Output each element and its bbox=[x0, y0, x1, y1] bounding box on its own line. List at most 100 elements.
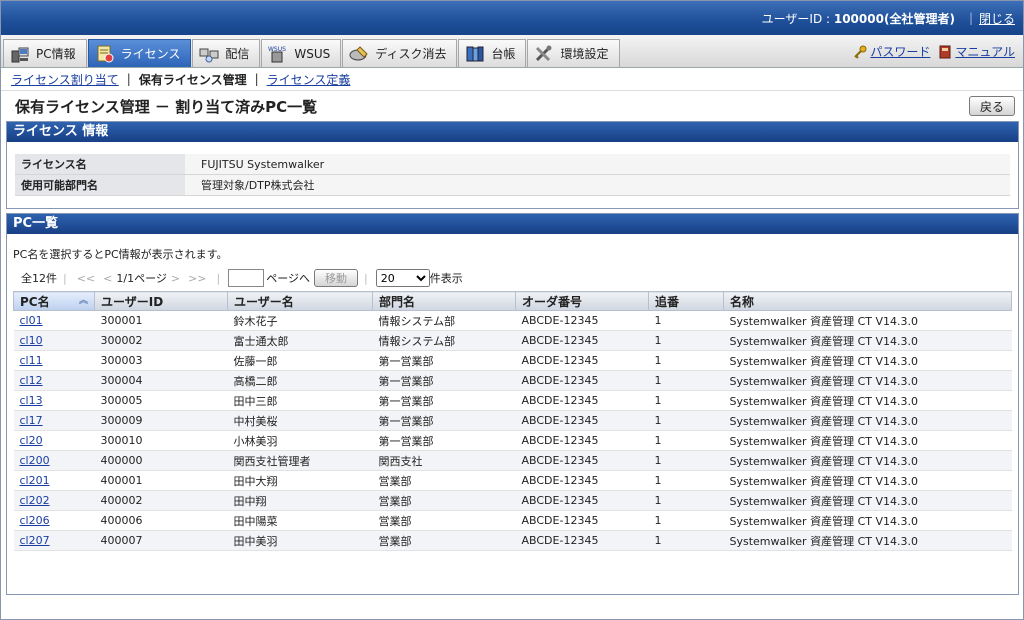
first-page-button[interactable]: << bbox=[77, 272, 95, 285]
tab-label: PC情報 bbox=[36, 47, 76, 61]
cell-product-name: Systemwalker 資産管理 CT V14.3.0 bbox=[723, 470, 1012, 491]
cell-product-name: Systemwalker 資産管理 CT V14.3.0 bbox=[723, 450, 1012, 471]
cell-pc-name: cl13 bbox=[13, 390, 95, 411]
page-header: 保有ライセンス管理 － 割り当て済みPC一覧 戻る bbox=[1, 91, 1023, 121]
table-row: cl12 300004 高橋二郎 第一営業部 ABCDE-12345 1 Systemwal… bbox=[13, 370, 1012, 391]
pc-name-link[interactable]: cl13 bbox=[20, 394, 43, 407]
pc-name-link[interactable]: cl11 bbox=[20, 354, 43, 367]
pc-name-link[interactable]: cl202 bbox=[20, 494, 50, 507]
info-value: 管理対象/DTP株式会社 bbox=[185, 174, 1010, 196]
col-order-no[interactable]: オーダ番号 bbox=[515, 291, 649, 311]
cell-user-name: 鈴木花子 bbox=[227, 310, 373, 331]
pc-name-link[interactable]: cl200 bbox=[20, 454, 50, 467]
tab-distribution[interactable]: 配信 bbox=[192, 39, 261, 67]
section-heading: PC一覧 bbox=[7, 214, 1018, 234]
move-button[interactable]: 移動 bbox=[314, 269, 359, 287]
separator: | bbox=[216, 271, 221, 285]
cell-user-id: 300001 bbox=[94, 310, 228, 331]
cell-pc-name: cl10 bbox=[13, 330, 95, 351]
last-page-button[interactable]: >> bbox=[188, 272, 206, 285]
cell-order-no: ABCDE-12345 bbox=[515, 350, 649, 371]
password-link[interactable]: パスワード bbox=[870, 43, 930, 60]
cell-pc-name: cl207 bbox=[13, 530, 95, 551]
cell-serial: 1 bbox=[648, 390, 724, 411]
cell-dept: 第一営業部 bbox=[372, 410, 516, 431]
cell-product-name: Systemwalker 資産管理 CT V14.3.0 bbox=[723, 310, 1012, 331]
table-row: cl206 400006 田中陽菜 営業部 ABCDE-12345 1 Systemwalk… bbox=[13, 510, 1012, 531]
tab-label: ライセンス bbox=[120, 47, 181, 61]
col-label: PC名 bbox=[20, 294, 50, 309]
total-count: 全12件 bbox=[21, 272, 57, 285]
tab-label: ディスク消去 bbox=[375, 47, 447, 61]
col-user-id[interactable]: ユーザーID bbox=[94, 291, 228, 311]
pc-name-link[interactable]: cl12 bbox=[20, 374, 43, 387]
cell-pc-name: cl201 bbox=[13, 470, 95, 491]
page-number-input[interactable] bbox=[228, 269, 265, 287]
cell-user-name: 田中翔 bbox=[227, 490, 373, 511]
back-button[interactable]: 戻る bbox=[968, 96, 1015, 116]
cell-product-name: Systemwalker 資産管理 CT V14.3.0 bbox=[723, 510, 1012, 531]
cell-order-no: ABCDE-12345 bbox=[515, 530, 649, 551]
cell-pc-name: cl200 bbox=[13, 450, 95, 471]
cell-user-name: 関西支社管理者 bbox=[227, 450, 373, 471]
license-icon bbox=[95, 45, 115, 63]
cell-dept: 営業部 bbox=[372, 470, 516, 491]
page-info: 1/1ページ bbox=[116, 272, 167, 285]
tab-ledger[interactable]: 台帳 bbox=[458, 39, 527, 67]
table-row: cl201 400001 田中大翔 営業部 ABCDE-12345 1 Systemwalk… bbox=[13, 470, 1012, 491]
cell-user-id: 300004 bbox=[94, 370, 228, 391]
main-tabs: PC情報 ライセンス 配信 WSUS WSUS ディスク消去 台帳 環境設定 パ… bbox=[1, 35, 1023, 68]
pc-name-link[interactable]: cl207 bbox=[20, 534, 50, 547]
cell-user-name: 小林美羽 bbox=[227, 430, 373, 451]
tab-pc-info[interactable]: PC情報 bbox=[3, 39, 87, 67]
pc-name-link[interactable]: cl01 bbox=[20, 314, 43, 327]
cell-order-no: ABCDE-12345 bbox=[515, 370, 649, 391]
info-value: FUJITSU Systemwalker bbox=[185, 154, 1010, 175]
table-header-row: PC名 ︽ ユーザーID ユーザー名 部門名 オーダ番号 追番 名称 bbox=[13, 291, 1012, 311]
cell-user-id: 300003 bbox=[94, 350, 228, 371]
pc-table: PC名 ︽ ユーザーID ユーザー名 部門名 オーダ番号 追番 名称 cl01 30… bbox=[13, 291, 1012, 551]
tab-wsus[interactable]: WSUS WSUS bbox=[261, 39, 342, 67]
cell-user-name: 中村美桜 bbox=[227, 410, 373, 431]
cell-dept: 営業部 bbox=[372, 490, 516, 511]
pc-name-link[interactable]: cl17 bbox=[20, 414, 43, 427]
pc-name-link[interactable]: cl201 bbox=[20, 474, 50, 487]
manual-link[interactable]: マニュアル bbox=[955, 43, 1015, 60]
key-icon bbox=[853, 45, 867, 59]
per-page-select[interactable]: 20 bbox=[375, 269, 430, 287]
close-link[interactable]: 閉じる bbox=[979, 10, 1015, 27]
col-user-name[interactable]: ユーザー名 bbox=[227, 291, 373, 311]
tab-label: 環境設定 bbox=[560, 47, 609, 61]
breadcrumb: ライセンス割り当て | 保有ライセンス管理 | ライセンス定義 bbox=[1, 68, 1023, 91]
separator: | bbox=[254, 72, 259, 86]
tab-license[interactable]: ライセンス bbox=[87, 39, 192, 67]
prev-page-button[interactable]: < bbox=[103, 272, 112, 285]
settings-icon bbox=[534, 45, 554, 63]
pc-name-link[interactable]: cl20 bbox=[20, 434, 43, 447]
cell-user-name: 高橋二郎 bbox=[227, 370, 373, 391]
cell-product-name: Systemwalker 資産管理 CT V14.3.0 bbox=[723, 330, 1012, 351]
cell-serial: 1 bbox=[648, 350, 724, 371]
next-page-button[interactable]: > bbox=[171, 272, 180, 285]
cell-product-name: Systemwalker 資産管理 CT V14.3.0 bbox=[723, 350, 1012, 371]
cell-user-id: 400000 bbox=[94, 450, 228, 471]
table-row: cl202 400002 田中翔 営業部 ABCDE-12345 1 Systemwalke… bbox=[13, 490, 1012, 511]
pc-name-link[interactable]: cl10 bbox=[20, 334, 43, 347]
cell-serial: 1 bbox=[648, 470, 724, 491]
cell-dept: 第一営業部 bbox=[372, 370, 516, 391]
page-title: 保有ライセンス管理 － 割り当て済みPC一覧 bbox=[15, 97, 318, 116]
col-pc-name[interactable]: PC名 ︽ bbox=[13, 291, 95, 311]
tab-disk-erase[interactable]: ディスク消去 bbox=[342, 39, 458, 67]
subnav-license-define[interactable]: ライセンス定義 bbox=[267, 71, 351, 88]
sort-ascending-icon: ︽ bbox=[78, 295, 88, 306]
pc-name-link[interactable]: cl206 bbox=[20, 514, 50, 527]
col-serial[interactable]: 追番 bbox=[648, 291, 724, 311]
table-row: cl200 400000 関西支社管理者 関西支社 ABCDE-12345 1 System… bbox=[13, 450, 1012, 471]
cell-serial: 1 bbox=[648, 430, 724, 451]
tab-settings[interactable]: 環境設定 bbox=[527, 39, 620, 67]
col-dept[interactable]: 部門名 bbox=[372, 291, 516, 311]
manual-icon bbox=[938, 45, 952, 59]
cell-user-id: 400007 bbox=[94, 530, 228, 551]
col-product-name[interactable]: 名称 bbox=[723, 291, 1012, 311]
subnav-license-assign[interactable]: ライセンス割り当て bbox=[11, 71, 119, 88]
